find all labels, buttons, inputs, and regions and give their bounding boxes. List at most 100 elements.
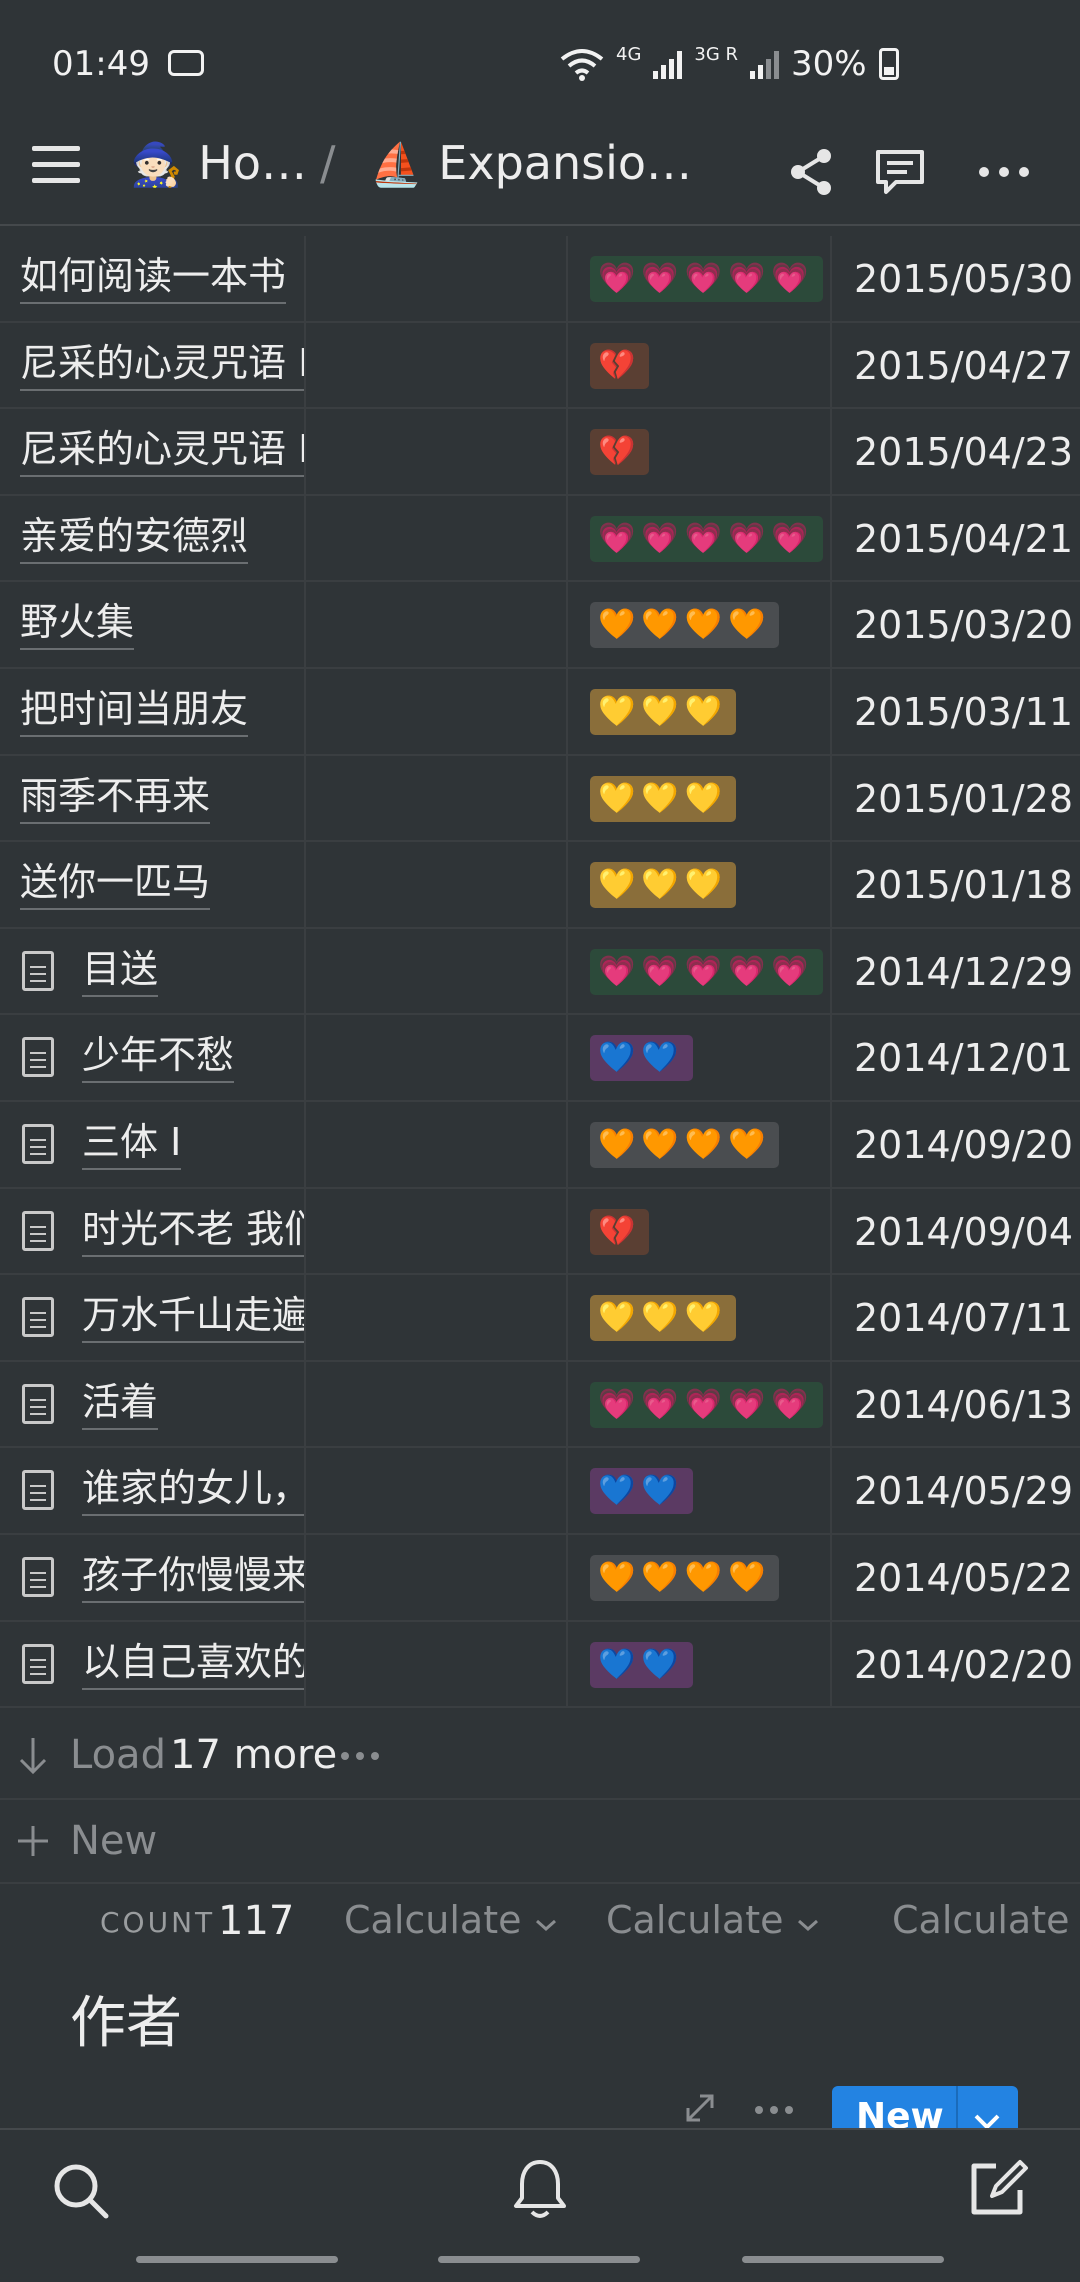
- rating-cell[interactable]: 🧡🧡🧡🧡: [568, 1101, 832, 1187]
- empty-cell[interactable]: [306, 668, 568, 754]
- date-cell[interactable]: 2015/04/23: [832, 409, 1080, 494]
- table-row[interactable]: 尼采的心灵咒语 I 💔 2015/04/27: [0, 322, 1080, 410]
- date-cell[interactable]: 2014/12/01: [832, 1015, 1080, 1100]
- load-more-button[interactable]: Load 17 more: [0, 1712, 1080, 1800]
- table-row[interactable]: 尼采的心灵咒语 I 💔 2015/04/23: [0, 409, 1080, 496]
- row-title[interactable]: 时光不老 我们: [82, 1205, 304, 1257]
- row-title[interactable]: 孩子你慢慢来: [82, 1551, 304, 1603]
- empty-cell[interactable]: [306, 1448, 568, 1533]
- rating-cell[interactable]: 💛💛💛: [568, 755, 832, 841]
- comment-icon[interactable]: [872, 144, 928, 200]
- title-cell[interactable]: 目送: [0, 928, 306, 1014]
- rating-cell[interactable]: 💛💛💛: [568, 668, 832, 754]
- date-cell[interactable]: 2015/04/21: [832, 496, 1080, 581]
- row-title[interactable]: 尼采的心灵咒语 I: [20, 339, 304, 391]
- empty-cell[interactable]: [306, 322, 568, 408]
- rating-cell[interactable]: 💔: [568, 1188, 832, 1274]
- row-title[interactable]: 以自己喜欢的: [82, 1638, 304, 1690]
- rating-cell[interactable]: 💔: [568, 322, 832, 408]
- rating-cell[interactable]: 🧡🧡🧡🧡: [568, 1534, 832, 1620]
- table-row[interactable]: 野火集 🧡🧡🧡🧡 2015/03/20: [0, 582, 1080, 669]
- more-options-icon[interactable]: [754, 2104, 794, 2116]
- empty-cell[interactable]: [306, 1015, 568, 1100]
- row-title[interactable]: 少年不愁: [82, 1031, 235, 1084]
- empty-cell[interactable]: [306, 409, 568, 494]
- rating-cell[interactable]: 💙💙: [568, 1448, 832, 1533]
- date-cell[interactable]: 2015/01/18: [832, 842, 1080, 927]
- date-cell[interactable]: 2014/06/13: [832, 1362, 1080, 1447]
- row-title[interactable]: 万水千山走遍: [82, 1291, 304, 1344]
- table-row[interactable]: 时光不老 我们 💔 2014/09/04: [0, 1188, 1080, 1276]
- empty-cell[interactable]: [306, 842, 568, 927]
- new-entry-button[interactable]: New: [832, 2086, 1018, 2130]
- row-title[interactable]: 活着: [82, 1378, 159, 1430]
- rating-cell[interactable]: 🧡🧡🧡🧡: [568, 582, 832, 667]
- rating-cell[interactable]: 💗💗💗💗💗: [568, 495, 832, 581]
- empty-cell[interactable]: [306, 1188, 568, 1274]
- title-cell[interactable]: 谁家的女儿，: [0, 1448, 306, 1533]
- breadcrumb-home[interactable]: 🧙🏻 Ho…: [130, 136, 307, 190]
- share-icon[interactable]: [784, 144, 840, 200]
- empty-cell[interactable]: [306, 1361, 568, 1447]
- title-cell[interactable]: 少年不愁: [0, 1015, 306, 1100]
- rating-cell[interactable]: 💗💗💗💗💗: [568, 928, 832, 1014]
- rating-cell[interactable]: 💔: [568, 409, 832, 494]
- rating-cell[interactable]: 💙💙: [568, 1015, 832, 1100]
- row-title[interactable]: 雨季不再来: [20, 772, 211, 824]
- table-row[interactable]: 万水千山走遍 💛💛💛 2014/07/11: [0, 1275, 1080, 1362]
- table-row[interactable]: 如何阅读一本书 💗💗💗💗💗 2015/05/30: [0, 236, 1080, 323]
- row-title[interactable]: 亲爱的安德烈: [20, 512, 249, 564]
- title-cell[interactable]: 时光不老 我们: [0, 1188, 306, 1274]
- table-row[interactable]: 活着 💗💗💗💗💗 2014/06/13: [0, 1361, 1080, 1449]
- title-cell[interactable]: 亲爱的安德烈: [0, 495, 306, 581]
- rating-cell[interactable]: 💗💗💗💗💗: [568, 1361, 832, 1447]
- more-options-icon[interactable]: [976, 144, 1032, 200]
- row-title[interactable]: 野火集: [20, 598, 135, 651]
- date-cell[interactable]: 2014/05/29: [832, 1448, 1080, 1533]
- title-cell[interactable]: 把时间当朋友: [0, 668, 306, 754]
- empty-cell[interactable]: [306, 1621, 568, 1707]
- calculate-dropdown-3[interactable]: Calculate: [892, 1898, 1080, 1942]
- date-cell[interactable]: 2015/03/11: [832, 669, 1080, 754]
- date-cell[interactable]: 2014/05/22: [832, 1535, 1080, 1620]
- title-cell[interactable]: 万水千山走遍: [0, 1275, 306, 1360]
- expand-icon[interactable]: [684, 2092, 716, 2124]
- empty-cell[interactable]: [306, 495, 568, 581]
- add-new-row-button[interactable]: New: [0, 1800, 1080, 1884]
- table-row[interactable]: 少年不愁 💙💙 2014/12/01: [0, 1015, 1080, 1102]
- title-cell[interactable]: 尼采的心灵咒语 I: [0, 409, 306, 494]
- date-cell[interactable]: 2014/09/20: [832, 1102, 1080, 1187]
- table-row[interactable]: 以自己喜欢的 💙💙 2014/02/20: [0, 1621, 1080, 1709]
- table-row[interactable]: 把时间当朋友 💛💛💛 2015/03/11: [0, 668, 1080, 756]
- date-cell[interactable]: 2015/05/30: [832, 236, 1080, 321]
- table-row[interactable]: 目送 💗💗💗💗💗 2014/12/29: [0, 928, 1080, 1016]
- calculate-dropdown-1[interactable]: Calculate: [344, 1898, 558, 1942]
- table-row[interactable]: 雨季不再来 💛💛💛 2015/01/28: [0, 755, 1080, 843]
- date-cell[interactable]: 2015/03/20: [832, 582, 1080, 667]
- empty-cell[interactable]: [306, 1101, 568, 1187]
- row-title[interactable]: 把时间当朋友: [20, 685, 249, 737]
- row-title[interactable]: 目送: [82, 945, 159, 997]
- rating-cell[interactable]: 💗💗💗💗💗: [568, 236, 832, 321]
- calculate-dropdown-2[interactable]: Calculate: [606, 1898, 820, 1942]
- title-cell[interactable]: 活着: [0, 1361, 306, 1447]
- menu-icon[interactable]: [32, 146, 80, 188]
- empty-cell[interactable]: [306, 1534, 568, 1620]
- title-cell[interactable]: 三体 I: [0, 1101, 306, 1187]
- row-title[interactable]: 如何阅读一本书: [20, 252, 287, 304]
- rating-cell[interactable]: 💛💛💛: [568, 1275, 832, 1360]
- title-cell[interactable]: 野火集: [0, 582, 306, 667]
- row-title[interactable]: 尼采的心灵咒语 I: [20, 425, 304, 478]
- row-title[interactable]: 谁家的女儿，: [82, 1464, 304, 1517]
- empty-cell[interactable]: [306, 582, 568, 667]
- notification-bell-icon[interactable]: [510, 2156, 570, 2222]
- title-cell[interactable]: 尼采的心灵咒语 I: [0, 322, 306, 408]
- date-cell[interactable]: 2015/01/28: [832, 756, 1080, 841]
- date-cell[interactable]: 2014/09/04: [832, 1189, 1080, 1274]
- date-cell[interactable]: 2014/07/11: [832, 1275, 1080, 1360]
- empty-cell[interactable]: [306, 928, 568, 1014]
- row-title[interactable]: 三体 I: [82, 1118, 182, 1170]
- date-cell[interactable]: 2014/02/20: [832, 1622, 1080, 1707]
- breadcrumb-page[interactable]: ⛵ Expansio…: [370, 136, 692, 190]
- row-title[interactable]: 送你一匹马: [20, 858, 211, 911]
